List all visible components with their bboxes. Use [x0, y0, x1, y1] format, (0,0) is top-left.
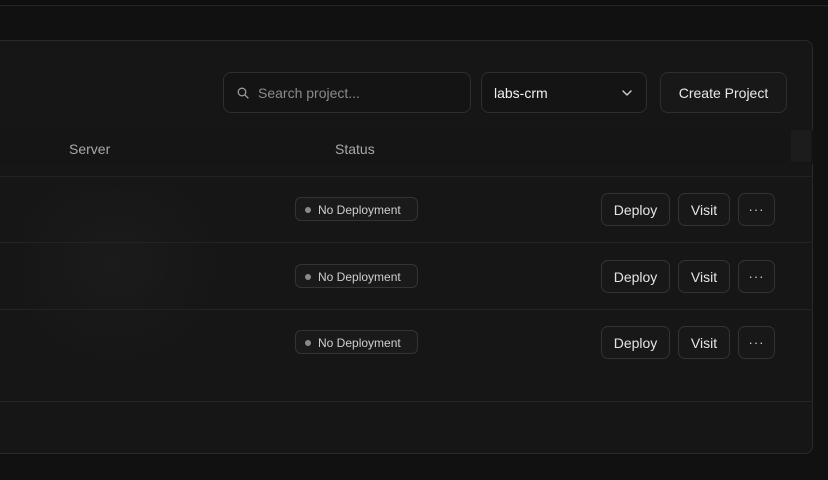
status-badge-label: No Deployment — [318, 203, 401, 217]
search-box[interactable] — [223, 72, 471, 113]
project-select[interactable]: labs-crm — [481, 72, 647, 113]
status-badge: No Deployment — [295, 264, 418, 288]
status-badge-label: No Deployment — [318, 270, 401, 284]
search-icon — [237, 87, 249, 99]
status-dot-icon — [305, 340, 311, 346]
create-project-button[interactable]: Create Project — [660, 72, 787, 113]
row-divider — [0, 309, 813, 310]
table-footer-divider — [0, 401, 813, 402]
scrollbar[interactable] — [791, 130, 811, 162]
more-options-button[interactable]: ··· — [738, 193, 775, 226]
chevron-down-icon — [622, 90, 632, 96]
status-badge-label: No Deployment — [318, 336, 401, 350]
status-dot-icon — [305, 274, 311, 280]
deploy-button[interactable]: Deploy — [601, 193, 670, 226]
deploy-button[interactable]: Deploy — [601, 326, 670, 359]
table-header — [0, 130, 813, 164]
visit-button[interactable]: Visit — [678, 326, 730, 359]
visit-button[interactable]: Visit — [678, 193, 730, 226]
status-badge: No Deployment — [295, 330, 418, 354]
row-divider — [0, 176, 813, 177]
status-badge: No Deployment — [295, 197, 418, 221]
status-dot-icon — [305, 207, 311, 213]
more-options-button[interactable]: ··· — [738, 260, 775, 293]
deploy-button[interactable]: Deploy — [601, 260, 670, 293]
project-select-value: labs-crm — [494, 85, 548, 101]
visit-button[interactable]: Visit — [678, 260, 730, 293]
row-divider — [0, 242, 813, 243]
top-bar — [0, 0, 828, 6]
column-header-status: Status — [335, 141, 375, 157]
blurred-server-content — [25, 178, 225, 368]
more-options-button[interactable]: ··· — [738, 326, 775, 359]
search-input[interactable] — [258, 73, 463, 112]
column-header-server: Server — [69, 141, 111, 157]
